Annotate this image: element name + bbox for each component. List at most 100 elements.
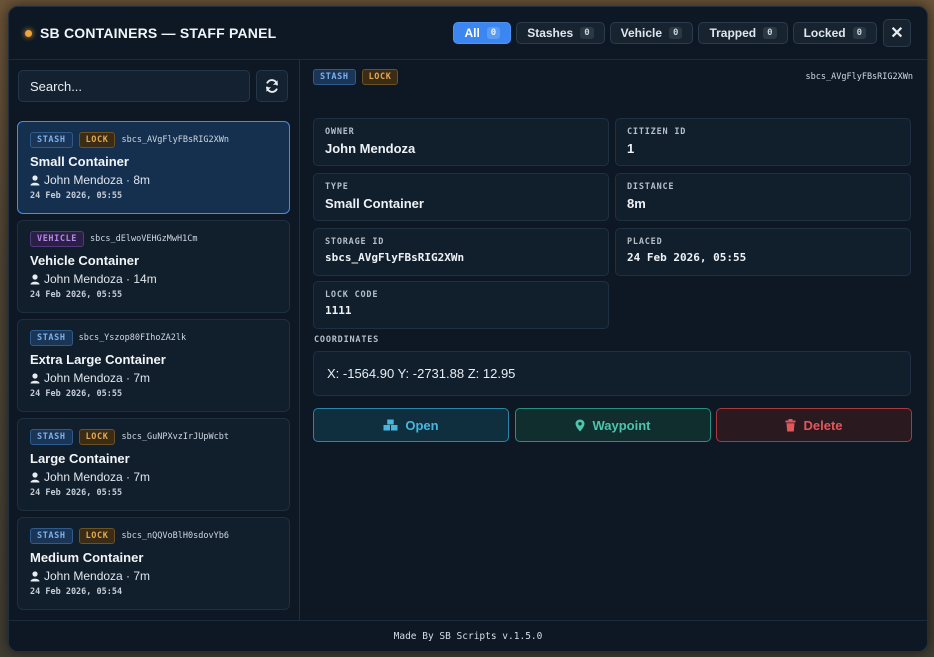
detail-storage-id: sbcs_AVgFlyFBsRIG2XWn (805, 72, 913, 82)
owner-meta: John Mendoza · 8m (44, 173, 151, 187)
field-value: 1 (627, 141, 635, 156)
container-card[interactable]: STASH LOCK sbcs_AVgFlyFBsRIG2XWn Small C… (17, 121, 290, 214)
container-card[interactable]: STASH sbcs_Yszop80FIhoZA2lk Extra Large … (17, 319, 290, 412)
map-pin-icon (575, 419, 585, 431)
waypoint-label: Waypoint (592, 417, 651, 433)
open-label: Open (405, 417, 439, 433)
refresh-icon (266, 79, 278, 93)
storage-id: sbcs_nQQVoBlH0sdovYb6 (121, 531, 229, 541)
container-owner: John Mendoza · 7m (30, 371, 277, 385)
panel-title: SB CONTAINERS — STAFF PANEL (40, 25, 277, 41)
container-name: Extra Large Container (30, 352, 166, 367)
storage-id: sbcs_Yszop80FIhoZA2lk (78, 333, 187, 343)
tag-lock: LOCK (78, 132, 116, 148)
tag-lock: LOCK (78, 429, 116, 445)
filter-trapped[interactable]: Trapped 0 (698, 22, 788, 44)
user-icon (30, 372, 40, 383)
field-value: 24 Feb 2026, 05:55 (627, 251, 747, 264)
open-button[interactable]: Open (313, 408, 509, 442)
container-date: 24 Feb 2026, 05:55 (30, 389, 123, 399)
filter-label: Locked (803, 26, 846, 40)
user-icon (30, 174, 40, 185)
owner-meta: John Mendoza · 14m (44, 272, 157, 286)
container-card[interactable]: STASH LOCK sbcs_nQQVoBlH0sdovYb6 Medium … (17, 517, 290, 610)
field-type: TYPE Small Container (313, 173, 609, 221)
field-label: TYPE (325, 182, 349, 192)
container-list: STASH LOCK sbcs_AVgFlyFBsRIG2XWn Small C… (17, 121, 290, 616)
waypoint-button[interactable]: Waypoint (515, 408, 711, 442)
field-label: DISTANCE (627, 182, 675, 192)
field-value: 8m (627, 196, 646, 211)
storage-id: sbcs_AVgFlyFBsRIG2XWn (121, 135, 229, 145)
container-date: 24 Feb 2026, 05:54 (30, 587, 123, 597)
field-storage-id: STORAGE ID sbcs_AVgFlyFBsRIG2XWn (313, 228, 609, 276)
filter-label: Trapped (709, 26, 757, 40)
field-lock-code: LOCK CODE 1111 (313, 281, 609, 329)
trash-icon (785, 418, 796, 431)
field-value: 1111 (325, 304, 352, 317)
owner-meta: John Mendoza · 7m (44, 569, 151, 583)
tag-stash: STASH (30, 330, 73, 346)
container-date: 24 Feb 2026, 05:55 (30, 290, 123, 300)
delete-label: Delete (803, 417, 843, 433)
user-icon (30, 570, 40, 581)
coordinates-value: X: -1564.90 Y: -2731.88 Z: 12.95 (313, 351, 911, 396)
filter-locked[interactable]: Locked 0 (792, 22, 877, 44)
storage-id: sbcs_GuNPXvzIrJUpWcbt (121, 432, 229, 442)
field-label: CITIZEN ID (627, 127, 687, 137)
filter-label: Stashes (527, 26, 574, 40)
user-icon (30, 273, 40, 284)
field-label: PLACED (627, 237, 663, 247)
close-button[interactable]: ✕ (883, 19, 911, 47)
filter-count: 0 (486, 27, 501, 39)
detail-tags: STASH LOCK (313, 69, 399, 85)
filter-count: 0 (580, 27, 594, 39)
filter-label: All (464, 26, 480, 40)
delete-button[interactable]: Delete (716, 408, 912, 442)
field-owner: OWNER John Mendoza (313, 118, 609, 166)
close-icon: ✕ (890, 25, 904, 42)
tag-stash: STASH (30, 429, 73, 445)
container-date: 24 Feb 2026, 05:55 (30, 191, 123, 201)
container-date: 24 Feb 2026, 05:55 (30, 488, 123, 498)
field-label: OWNER (325, 127, 355, 137)
field-placed: PLACED 24 Feb 2026, 05:55 (615, 228, 911, 276)
filter-count: 0 (763, 27, 777, 39)
field-label: STORAGE ID (325, 237, 385, 247)
field-value: Small Container (325, 196, 424, 211)
container-name: Vehicle Container (30, 253, 140, 268)
container-list-pane: Search... STASH LOCK sbcs_AVgFlyFBsRIG2X… (9, 60, 300, 621)
field-value: John Mendoza (325, 141, 416, 156)
search-input[interactable]: Search... (18, 70, 250, 102)
tag-stash: STASH (30, 132, 73, 148)
field-value: sbcs_AVgFlyFBsRIG2XWn (325, 251, 465, 264)
container-name: Small Container (30, 154, 129, 169)
filter-vehicle[interactable]: Vehicle 0 (609, 22, 694, 44)
container-owner: John Mendoza · 7m (30, 569, 277, 583)
status-dot (25, 30, 32, 37)
filter-count: 0 (669, 27, 683, 39)
tag-lock: LOCK (78, 528, 116, 544)
coordinates-label: COORDINATES (314, 335, 380, 345)
user-icon (30, 471, 40, 482)
container-owner: John Mendoza · 7m (30, 470, 277, 484)
container-owner: John Mendoza · 14m (30, 272, 277, 286)
filter-stashes[interactable]: Stashes 0 (516, 22, 605, 44)
container-card[interactable]: STASH LOCK sbcs_GuNPXvzIrJUpWcbt Large C… (17, 418, 290, 511)
filter-count: 0 (852, 27, 866, 39)
tag-stash: STASH (313, 69, 356, 85)
panel-header: SB CONTAINERS — STAFF PANEL All 0 Stashe… (9, 7, 927, 60)
container-owner: John Mendoza · 8m (30, 173, 277, 187)
filter-tabs: All 0 Stashes 0 Vehicle 0 Trapped 0 Lock… (453, 22, 877, 44)
tag-vehicle: VEHICLE (30, 231, 85, 247)
container-name: Large Container (30, 451, 130, 466)
footer-credit: Made By SB Scripts v.1.5.0 (9, 620, 927, 651)
field-label: LOCK CODE (325, 290, 379, 300)
owner-meta: John Mendoza · 7m (44, 371, 151, 385)
staff-panel: SB CONTAINERS — STAFF PANEL All 0 Stashe… (8, 6, 928, 652)
refresh-button[interactable] (256, 70, 288, 102)
container-name: Medium Container (30, 550, 144, 565)
storage-id: sbcs_dElwoVEHGzMwH1Cm (90, 234, 198, 244)
filter-all[interactable]: All 0 (453, 22, 512, 44)
container-card[interactable]: VEHICLE sbcs_dElwoVEHGzMwH1Cm Vehicle Co… (17, 220, 290, 313)
